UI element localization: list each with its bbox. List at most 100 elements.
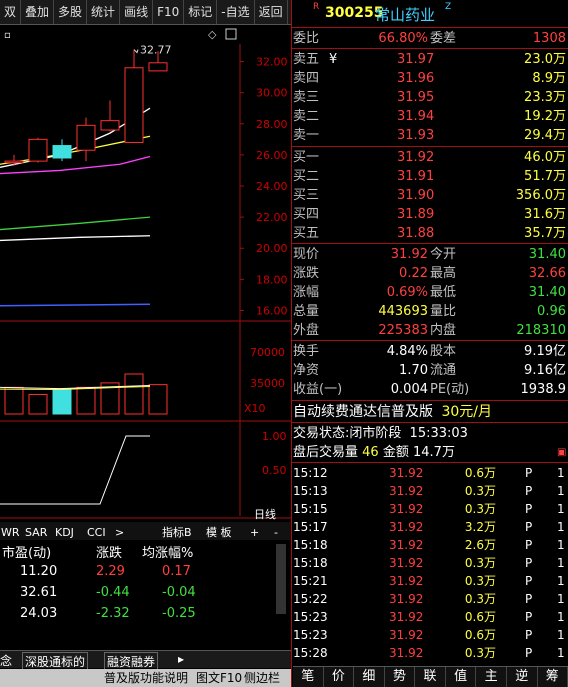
tick-count: 1 bbox=[557, 628, 565, 642]
bottom-tab-6[interactable]: 主 bbox=[476, 667, 507, 687]
tick-count: 1 bbox=[557, 466, 565, 480]
sell-vol: 19.2万 bbox=[524, 109, 566, 124]
bottom-tab-3[interactable]: 势 bbox=[385, 667, 416, 687]
promo-price: 30元/月 bbox=[441, 404, 492, 420]
tick-price: 31.92 bbox=[389, 556, 424, 570]
chart-header bbox=[0, 26, 292, 44]
y-tick-label: 18.00 bbox=[256, 273, 288, 286]
status-time: 15:33:03 bbox=[409, 426, 468, 441]
status-help[interactable]: 普及版功能说明 bbox=[104, 669, 188, 687]
sell-price: 31.94 bbox=[397, 109, 435, 124]
tick-flag: P bbox=[525, 556, 533, 570]
tick-vol: 0.6万 bbox=[464, 610, 496, 624]
sell-label: 卖二 bbox=[293, 109, 320, 124]
after-amount: 14.7万 bbox=[413, 445, 455, 460]
tick-count: 1 bbox=[557, 484, 565, 498]
tick-flag: P bbox=[525, 574, 533, 588]
buy-row: 买五 31.88 35.7万 bbox=[293, 224, 568, 243]
buy-price: 31.88 bbox=[397, 226, 435, 241]
vol-unit: X10 bbox=[244, 402, 266, 415]
stock-title: R 300255 常山药业 Z bbox=[293, 0, 568, 26]
tick-price: 31.92 bbox=[389, 520, 424, 534]
quote2-label2: 流通 bbox=[430, 363, 457, 378]
bottom-tab-7[interactable]: 逆 bbox=[507, 667, 538, 687]
toolbar-btn-2[interactable]: 多股 bbox=[54, 0, 88, 24]
after-vol: 46 bbox=[362, 445, 379, 460]
candle-body bbox=[52, 145, 72, 159]
sell-price: 31.93 bbox=[397, 128, 435, 143]
volume-bar bbox=[52, 388, 72, 415]
tick-price: 31.92 bbox=[389, 538, 424, 552]
bottom-tab-0[interactable]: 笔 bbox=[293, 667, 324, 687]
quote-value2: 0.96 bbox=[537, 304, 566, 319]
promo-bar[interactable]: 自动续费通达信普及版 30元/月 bbox=[293, 402, 568, 422]
sell-row: 卖四 31.96 8.9万 bbox=[293, 69, 568, 88]
bottom-tab-2[interactable]: 细 bbox=[354, 667, 385, 687]
quote-label2: 量比 bbox=[430, 304, 457, 319]
scrollbar[interactable] bbox=[276, 544, 286, 614]
buy-price: 31.91 bbox=[397, 169, 435, 184]
toolbar-btn-3[interactable]: 统计 bbox=[87, 0, 121, 24]
sector-row: 32.61 -0.44 -0.04 bbox=[0, 585, 276, 606]
toolbar-btn-8[interactable]: 返回 bbox=[255, 0, 288, 24]
ind-b-button[interactable]: 指标B bbox=[162, 525, 192, 539]
quote-label: 涨幅 bbox=[293, 285, 320, 300]
y-tick-label: 28.00 bbox=[256, 118, 288, 131]
toolbar-btn-6[interactable]: 标记 bbox=[184, 0, 218, 24]
sell-label: 卖一 bbox=[293, 128, 320, 143]
tick-time: 15:18 bbox=[293, 556, 328, 570]
toolbar-btn-1[interactable]: 叠加 bbox=[21, 0, 55, 24]
tick-row: 15:15 31.92 0.3万 P 1 bbox=[293, 500, 568, 518]
volume-bar bbox=[4, 386, 24, 415]
minus-button[interactable]: - bbox=[274, 526, 278, 539]
bottom-tab-1[interactable]: 价 bbox=[324, 667, 355, 687]
trade-status: 交易状态:闭市阶段 15:33:03 bbox=[293, 424, 568, 443]
lock-icon[interactable]: ▣ bbox=[557, 443, 566, 462]
tick-flag: P bbox=[525, 502, 533, 516]
tick-row: 15:12 31.92 0.6万 P 1 bbox=[293, 464, 568, 482]
bottom-tab-4[interactable]: 联 bbox=[415, 667, 446, 687]
candle-body bbox=[148, 62, 168, 72]
max-pointer bbox=[133, 49, 139, 54]
ind-tab-4[interactable]: > bbox=[115, 526, 124, 539]
ind-tab-2[interactable]: KDJ bbox=[55, 526, 74, 539]
sector-row: 11.20 2.29 0.17 bbox=[0, 564, 276, 585]
tick-count: 1 bbox=[557, 646, 565, 660]
tick-flag: P bbox=[525, 628, 533, 642]
buy-label: 买一 bbox=[293, 150, 320, 165]
after-label: 盘后交易量 bbox=[293, 445, 359, 460]
tab-concept[interactable]: 念 bbox=[0, 652, 12, 669]
quote-value: 443693 bbox=[378, 304, 428, 319]
volume-bar bbox=[28, 393, 48, 415]
tick-time: 15:21 bbox=[293, 574, 328, 588]
ma-line bbox=[0, 155, 151, 175]
promo-text: 自动续费通达信普及版 bbox=[293, 404, 433, 420]
toolbar-btn-5[interactable]: F10 bbox=[153, 0, 185, 24]
bottom-tab-8[interactable]: 筹 bbox=[538, 667, 568, 687]
candle-body bbox=[4, 160, 24, 164]
plus-button[interactable]: + bbox=[250, 526, 259, 539]
status-sidebar[interactable]: 侧边栏 bbox=[244, 669, 280, 687]
tabs-arrow-icon[interactable]: ▸ bbox=[178, 652, 184, 666]
ind-tab-1[interactable]: SAR bbox=[25, 526, 48, 539]
tick-vol: 0.3万 bbox=[464, 646, 496, 660]
tick-row: 15:13 31.92 0.3万 P 1 bbox=[293, 482, 568, 500]
tick-vol: 2.6万 bbox=[464, 538, 496, 552]
toolbar-btn-0[interactable]: 双 bbox=[0, 0, 22, 24]
stock-z-mark: Z bbox=[445, 2, 452, 12]
sell-row: 卖一 31.93 29.4万 bbox=[293, 126, 568, 145]
tick-time: 15:22 bbox=[293, 592, 328, 606]
ma-line bbox=[0, 235, 151, 242]
quote-row: 涨幅 0.69% 最低 31.40 bbox=[293, 283, 568, 302]
sell-row: 卖三 31.95 23.3万 bbox=[293, 88, 568, 107]
tick-price: 31.92 bbox=[389, 466, 424, 480]
ind-tab-3[interactable]: CCI bbox=[87, 526, 106, 539]
tick-vol: 0.3万 bbox=[464, 556, 496, 570]
ind-tab-0[interactable]: WR bbox=[1, 526, 20, 539]
tick-count: 1 bbox=[557, 538, 565, 552]
toolbar-btn-7[interactable]: -自选 bbox=[217, 0, 255, 24]
bottom-tab-5[interactable]: 值 bbox=[446, 667, 477, 687]
toolbar-btn-4[interactable]: 画线 bbox=[120, 0, 154, 24]
status-f10[interactable]: 图文F10 bbox=[196, 669, 242, 687]
template-button[interactable]: 模 板 bbox=[206, 525, 232, 539]
